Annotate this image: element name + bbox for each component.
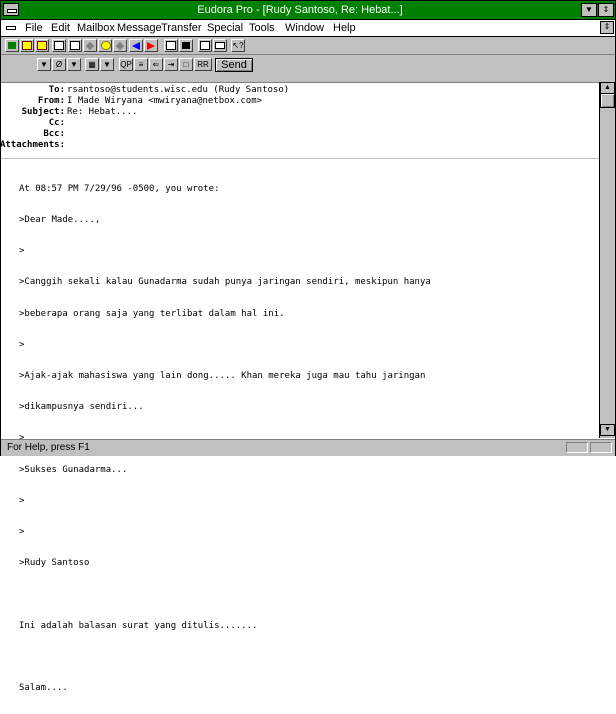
new-message-icon[interactable] [52, 39, 66, 52]
menu-window[interactable]: Window [285, 21, 324, 35]
vertical-scrollbar[interactable]: ▲ ▼ [599, 82, 615, 438]
address-book-icon[interactable] [179, 39, 193, 52]
subject-field[interactable]: Re: Hebat.... [67, 107, 137, 119]
reply-icon[interactable] [68, 39, 82, 52]
scroll-thumb[interactable] [600, 94, 615, 108]
menu-file[interactable]: File [25, 21, 43, 35]
forward-icon[interactable] [98, 39, 112, 52]
body-line: Ini adalah balasan surat yang ditulis...… [19, 620, 258, 631]
body-line: >Canggih sekali kalau Gunadarma sudah pu… [19, 277, 431, 288]
body-line: >Dear Made...., [19, 215, 101, 226]
eudora-window: Eudora Pro - [Rudy Santoso, Re: Hebat...… [0, 0, 616, 693]
help-pointer-icon[interactable]: ↖? [231, 39, 245, 52]
attachment-type-dropdown-icon[interactable]: ▼ [67, 58, 81, 71]
main-toolbar: ↖? [1, 37, 615, 55]
message-headers: To: rsantoso@students.wisc.edu (Rudy San… [0, 85, 595, 155]
menu-bar: File Edit Mailbox Message Transfer Speci… [1, 20, 615, 37]
title-bar[interactable]: Eudora Pro - [Rudy Santoso, Re: Hebat...… [1, 1, 615, 20]
status-text: For Help, press F1 [7, 442, 90, 453]
redirect-icon[interactable] [113, 39, 127, 52]
status-bar: For Help, press F1 [1, 439, 615, 456]
tabs-in-body-icon[interactable]: ⇥ [164, 58, 178, 71]
minimize-button[interactable]: ▼ [581, 3, 597, 17]
word-wrap-icon[interactable]: ⇐ [149, 58, 163, 71]
return-receipt-icon[interactable]: RR [194, 58, 212, 71]
menu-mailbox[interactable]: Mailbox [77, 21, 115, 35]
body-line [19, 652, 594, 662]
document-system-menu-icon[interactable] [3, 22, 19, 33]
menu-special[interactable]: Special [207, 21, 243, 35]
quoted-printable-icon[interactable]: QP [119, 58, 133, 71]
window-title: Eudora Pro - [Rudy Santoso, Re: Hebat...… [197, 4, 403, 16]
body-line: >Rudy Santoso [19, 558, 90, 569]
signature-icon[interactable]: Ø [52, 58, 66, 71]
scroll-up-arrow-icon[interactable]: ▲ [600, 82, 615, 94]
system-menu-icon[interactable] [3, 3, 19, 16]
attach-file-icon[interactable] [164, 39, 178, 52]
from-field[interactable]: I Made Wiryana <mwiryana@netbox.com> [67, 96, 262, 108]
send-button[interactable]: Send [215, 58, 253, 72]
bcc-label: Bcc: [43, 129, 65, 139]
restore-button[interactable]: ⇕ [598, 3, 614, 17]
body-line: >beberapa orang saja yang terlibat dalam… [19, 308, 285, 319]
body-line: At 08:57 PM 7/29/96 -0500, you wrote: [19, 183, 220, 194]
scroll-down-arrow-icon[interactable]: ▼ [600, 424, 615, 436]
body-line: > [19, 246, 25, 257]
menu-tools[interactable]: Tools [249, 21, 275, 35]
subject-label: Subject: [21, 107, 65, 117]
text-format-dropdown-icon[interactable]: ▼ [100, 58, 114, 71]
attachments-label: Attachments: [0, 140, 65, 150]
body-line: >Ajak-ajak mahasiswa yang lain dong.....… [19, 371, 426, 382]
reply-all-icon[interactable] [83, 39, 97, 52]
body-line [19, 589, 594, 599]
encoding-icon[interactable]: ▦ [85, 58, 99, 71]
to-field[interactable]: rsantoso@students.wisc.edu (Rudy Santoso… [67, 85, 289, 97]
document-restore-button[interactable]: ⇕ [600, 21, 614, 34]
status-pane [590, 442, 612, 453]
check-mail-icon[interactable] [20, 39, 34, 52]
text-as-attachment-icon[interactable]: ≡ [134, 58, 148, 71]
menu-help[interactable]: Help [333, 21, 356, 35]
body-line: >dikampusnya sendiri... [19, 402, 144, 413]
trash-icon[interactable] [5, 39, 19, 52]
menu-edit[interactable]: Edit [51, 21, 70, 35]
keep-copy-icon[interactable]: □ [179, 58, 193, 71]
body-line: > [19, 495, 25, 506]
header-body-divider [1, 158, 599, 159]
priority-dropdown-icon[interactable]: ▼ [37, 58, 51, 71]
compose-toolbar: ▼ Ø ▼ ▦ ▼ QP ≡ ⇐ ⇥ □ RR Send [1, 55, 615, 82]
body-line: Salam.... [19, 683, 68, 694]
from-label: From: [37, 96, 65, 106]
to-label: To: [48, 85, 65, 95]
body-line: > [19, 339, 25, 350]
status-pane [566, 442, 588, 453]
menu-transfer[interactable]: Transfer [161, 21, 202, 35]
menu-message[interactable]: Message [117, 21, 162, 35]
message-area: To: rsantoso@students.wisc.edu (Rudy San… [0, 82, 615, 693]
inbox-icon[interactable] [35, 39, 49, 52]
previous-message-icon[interactable] [129, 39, 143, 52]
cc-label: Cc: [48, 118, 65, 128]
body-line: > [19, 527, 25, 538]
body-line: >Sukses Gunadarma... [19, 464, 128, 475]
next-message-icon[interactable] [144, 39, 158, 52]
print-icon[interactable] [213, 39, 227, 52]
nicknames-icon[interactable] [198, 39, 212, 52]
